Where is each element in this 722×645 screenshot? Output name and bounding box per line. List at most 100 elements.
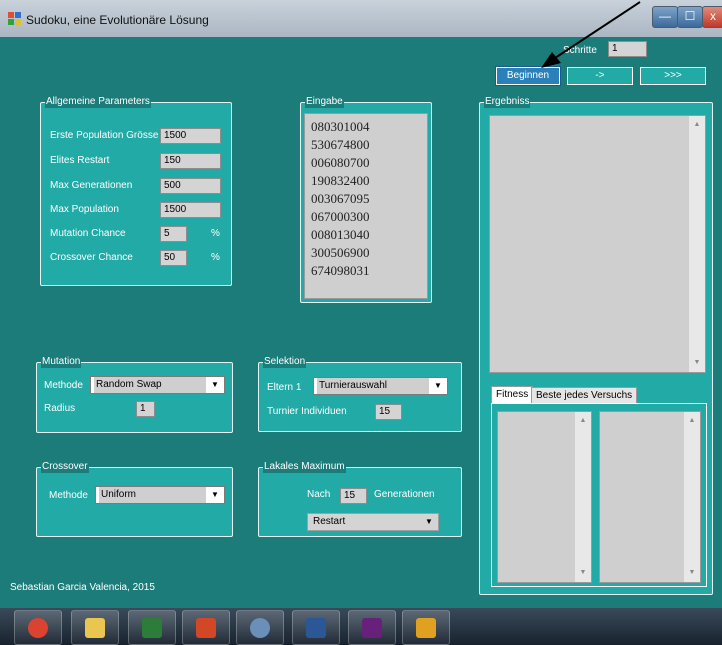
fitness-panel: ▲ ▼ ▲ ▼ <box>491 403 707 587</box>
param-label: Max Population <box>50 204 119 215</box>
selektion-group: Selektion Eltern 1 Turnierauswahl ▼ Turn… <box>258 356 462 432</box>
visual-studio-icon <box>362 618 382 638</box>
allgemeine-title: Allgemeine Parameters <box>45 96 151 108</box>
fitness-list-right[interactable]: ▲ ▼ <box>599 411 701 583</box>
ergebniss-title: Ergebniss <box>484 96 531 108</box>
percent-unit: % <box>211 228 220 239</box>
maximize-button[interactable]: ☐ <box>677 6 703 28</box>
excel-icon <box>142 618 162 638</box>
crossover-methode-label: Methode <box>49 490 88 501</box>
scroll-down-icon[interactable]: ▼ <box>689 356 705 370</box>
taskbar-visual-studio[interactable] <box>348 610 396 645</box>
lokales-action-value: Restart <box>313 516 346 527</box>
taskbar-explorer[interactable] <box>71 610 119 645</box>
elites-restart-field[interactable]: 150 <box>160 153 221 169</box>
beginnen-button[interactable]: Beginnen <box>495 66 561 86</box>
mutation-title: Mutation <box>41 356 82 368</box>
app-window: Sudoku, eine Evolutionäre Lösung — ☐ x S… <box>0 0 722 608</box>
eingabe-line: 003067095 <box>311 191 370 206</box>
client-area: Schritte 1 Beginnen -> >>> Allgemeine Pa… <box>0 37 722 608</box>
crossover-title: Crossover <box>41 461 89 473</box>
eingabe-line: 530674800 <box>311 137 370 152</box>
mutation-group: Mutation Methode Random Swap ▼ Radius 1 <box>36 356 233 433</box>
crossover-methode-value: Uniform <box>99 487 206 503</box>
eingabe-line: 190832400 <box>311 173 370 188</box>
lokales-action-select[interactable]: Restart ▼ <box>307 513 439 531</box>
powerpoint-icon <box>196 618 216 638</box>
param-label: Elites Restart <box>50 155 110 166</box>
eingabe-textarea[interactable]: 080301004 530674800 006080700 190832400 … <box>304 113 428 299</box>
network-icon <box>250 618 270 638</box>
scroll-down-icon[interactable]: ▼ <box>684 566 700 580</box>
param-label: Crossover Chance <box>50 252 133 263</box>
ergebniss-textarea[interactable]: ▲ ▼ <box>489 115 706 373</box>
crossover-methode-select[interactable]: Uniform ▼ <box>95 486 225 504</box>
taskbar-chrome[interactable] <box>14 610 62 645</box>
title-bar: Sudoku, eine Evolutionäre Lösung — ☐ x <box>0 0 722 37</box>
scroll-up-icon[interactable]: ▲ <box>689 118 705 132</box>
minimize-button[interactable]: — <box>652 6 678 28</box>
param-label: Max Generationen <box>50 180 133 191</box>
turnier-label: Turnier Individuen <box>267 406 347 417</box>
mutation-methode-label: Methode <box>44 380 83 391</box>
selektion-title: Selektion <box>263 356 307 368</box>
param-label: Mutation Chance <box>50 228 126 239</box>
taskbar-sudoku-app[interactable] <box>402 610 450 645</box>
eingabe-line: 067000300 <box>311 209 370 224</box>
taskbar-word[interactable] <box>292 610 340 645</box>
run-button[interactable]: >>> <box>640 67 706 85</box>
radius-field[interactable]: 1 <box>136 401 155 417</box>
scroll-up-icon[interactable]: ▲ <box>575 414 591 428</box>
schritte-label: Schritte <box>563 45 597 56</box>
ergebniss-scrollbar[interactable]: ▲ ▼ <box>688 116 705 372</box>
eingabe-line: 674098031 <box>311 263 370 278</box>
schritte-field[interactable]: 1 <box>608 41 647 57</box>
scroll-down-icon[interactable]: ▼ <box>575 566 591 580</box>
fitness-right-scrollbar[interactable]: ▲ ▼ <box>683 412 700 582</box>
eingabe-line: 008013040 <box>311 227 370 242</box>
lokales-maximum-group: Lakales Maximum Nach 15 Generationen Res… <box>258 461 462 537</box>
fitness-list-left[interactable]: ▲ ▼ <box>497 411 592 583</box>
footer-credit: Sebastian Garcia Valencia, 2015 <box>10 582 155 593</box>
mutation-methode-select[interactable]: Random Swap ▼ <box>90 376 225 394</box>
eingabe-lines: 080301004 530674800 006080700 190832400 … <box>311 118 370 280</box>
turnier-field[interactable]: 15 <box>375 404 402 420</box>
mutation-chance-field[interactable]: 5 <box>160 226 187 242</box>
eingabe-line: 006080700 <box>311 155 370 170</box>
max-generationen-field[interactable]: 500 <box>160 178 221 194</box>
chevron-down-icon: ▼ <box>211 490 219 499</box>
app-icon <box>416 618 436 638</box>
word-icon <box>306 618 326 638</box>
eingabe-line: 300506900 <box>311 245 370 260</box>
taskbar-network[interactable] <box>236 610 284 645</box>
taskbar-excel[interactable] <box>128 610 176 645</box>
eltern-select[interactable]: Turnierauswahl ▼ <box>313 377 448 395</box>
scroll-up-icon[interactable]: ▲ <box>684 414 700 428</box>
eingabe-title: Eingabe <box>305 96 344 108</box>
ergebniss-group: Ergebniss ▲ ▼ Fitness Beste jedes Versuc… <box>479 96 713 595</box>
chevron-down-icon: ▼ <box>425 517 433 526</box>
chevron-down-icon: ▼ <box>211 380 219 389</box>
nach-label: Nach <box>307 489 331 500</box>
nach-field[interactable]: 15 <box>340 488 367 504</box>
eingabe-line: 080301004 <box>311 119 370 134</box>
erste-population-field[interactable]: 1500 <box>160 128 221 144</box>
fitness-left-scrollbar[interactable]: ▲ ▼ <box>574 412 591 582</box>
taskbar <box>0 608 722 645</box>
max-population-field[interactable]: 1500 <box>160 202 221 218</box>
eingabe-group: Eingabe 080301004 530674800 006080700 19… <box>300 96 432 303</box>
radius-label: Radius <box>44 403 76 414</box>
allgemeine-group: Allgemeine Parameters Erste Population G… <box>40 96 232 286</box>
file-explorer-icon <box>85 618 105 638</box>
step-button[interactable]: -> <box>567 67 633 85</box>
eltern-value: Turnierauswahl <box>317 378 429 394</box>
mutation-methode-value: Random Swap <box>94 377 206 393</box>
eltern-label: Eltern 1 <box>267 382 302 393</box>
lokales-maximum-title: Lakales Maximum <box>263 461 346 473</box>
chrome-icon <box>28 618 48 638</box>
window-title: Sudoku, eine Evolutionäre Lösung <box>26 13 209 27</box>
taskbar-powerpoint[interactable] <box>182 610 230 645</box>
close-button[interactable]: x <box>702 6 722 28</box>
chevron-down-icon: ▼ <box>434 381 442 390</box>
crossover-chance-field[interactable]: 50 <box>160 250 187 266</box>
